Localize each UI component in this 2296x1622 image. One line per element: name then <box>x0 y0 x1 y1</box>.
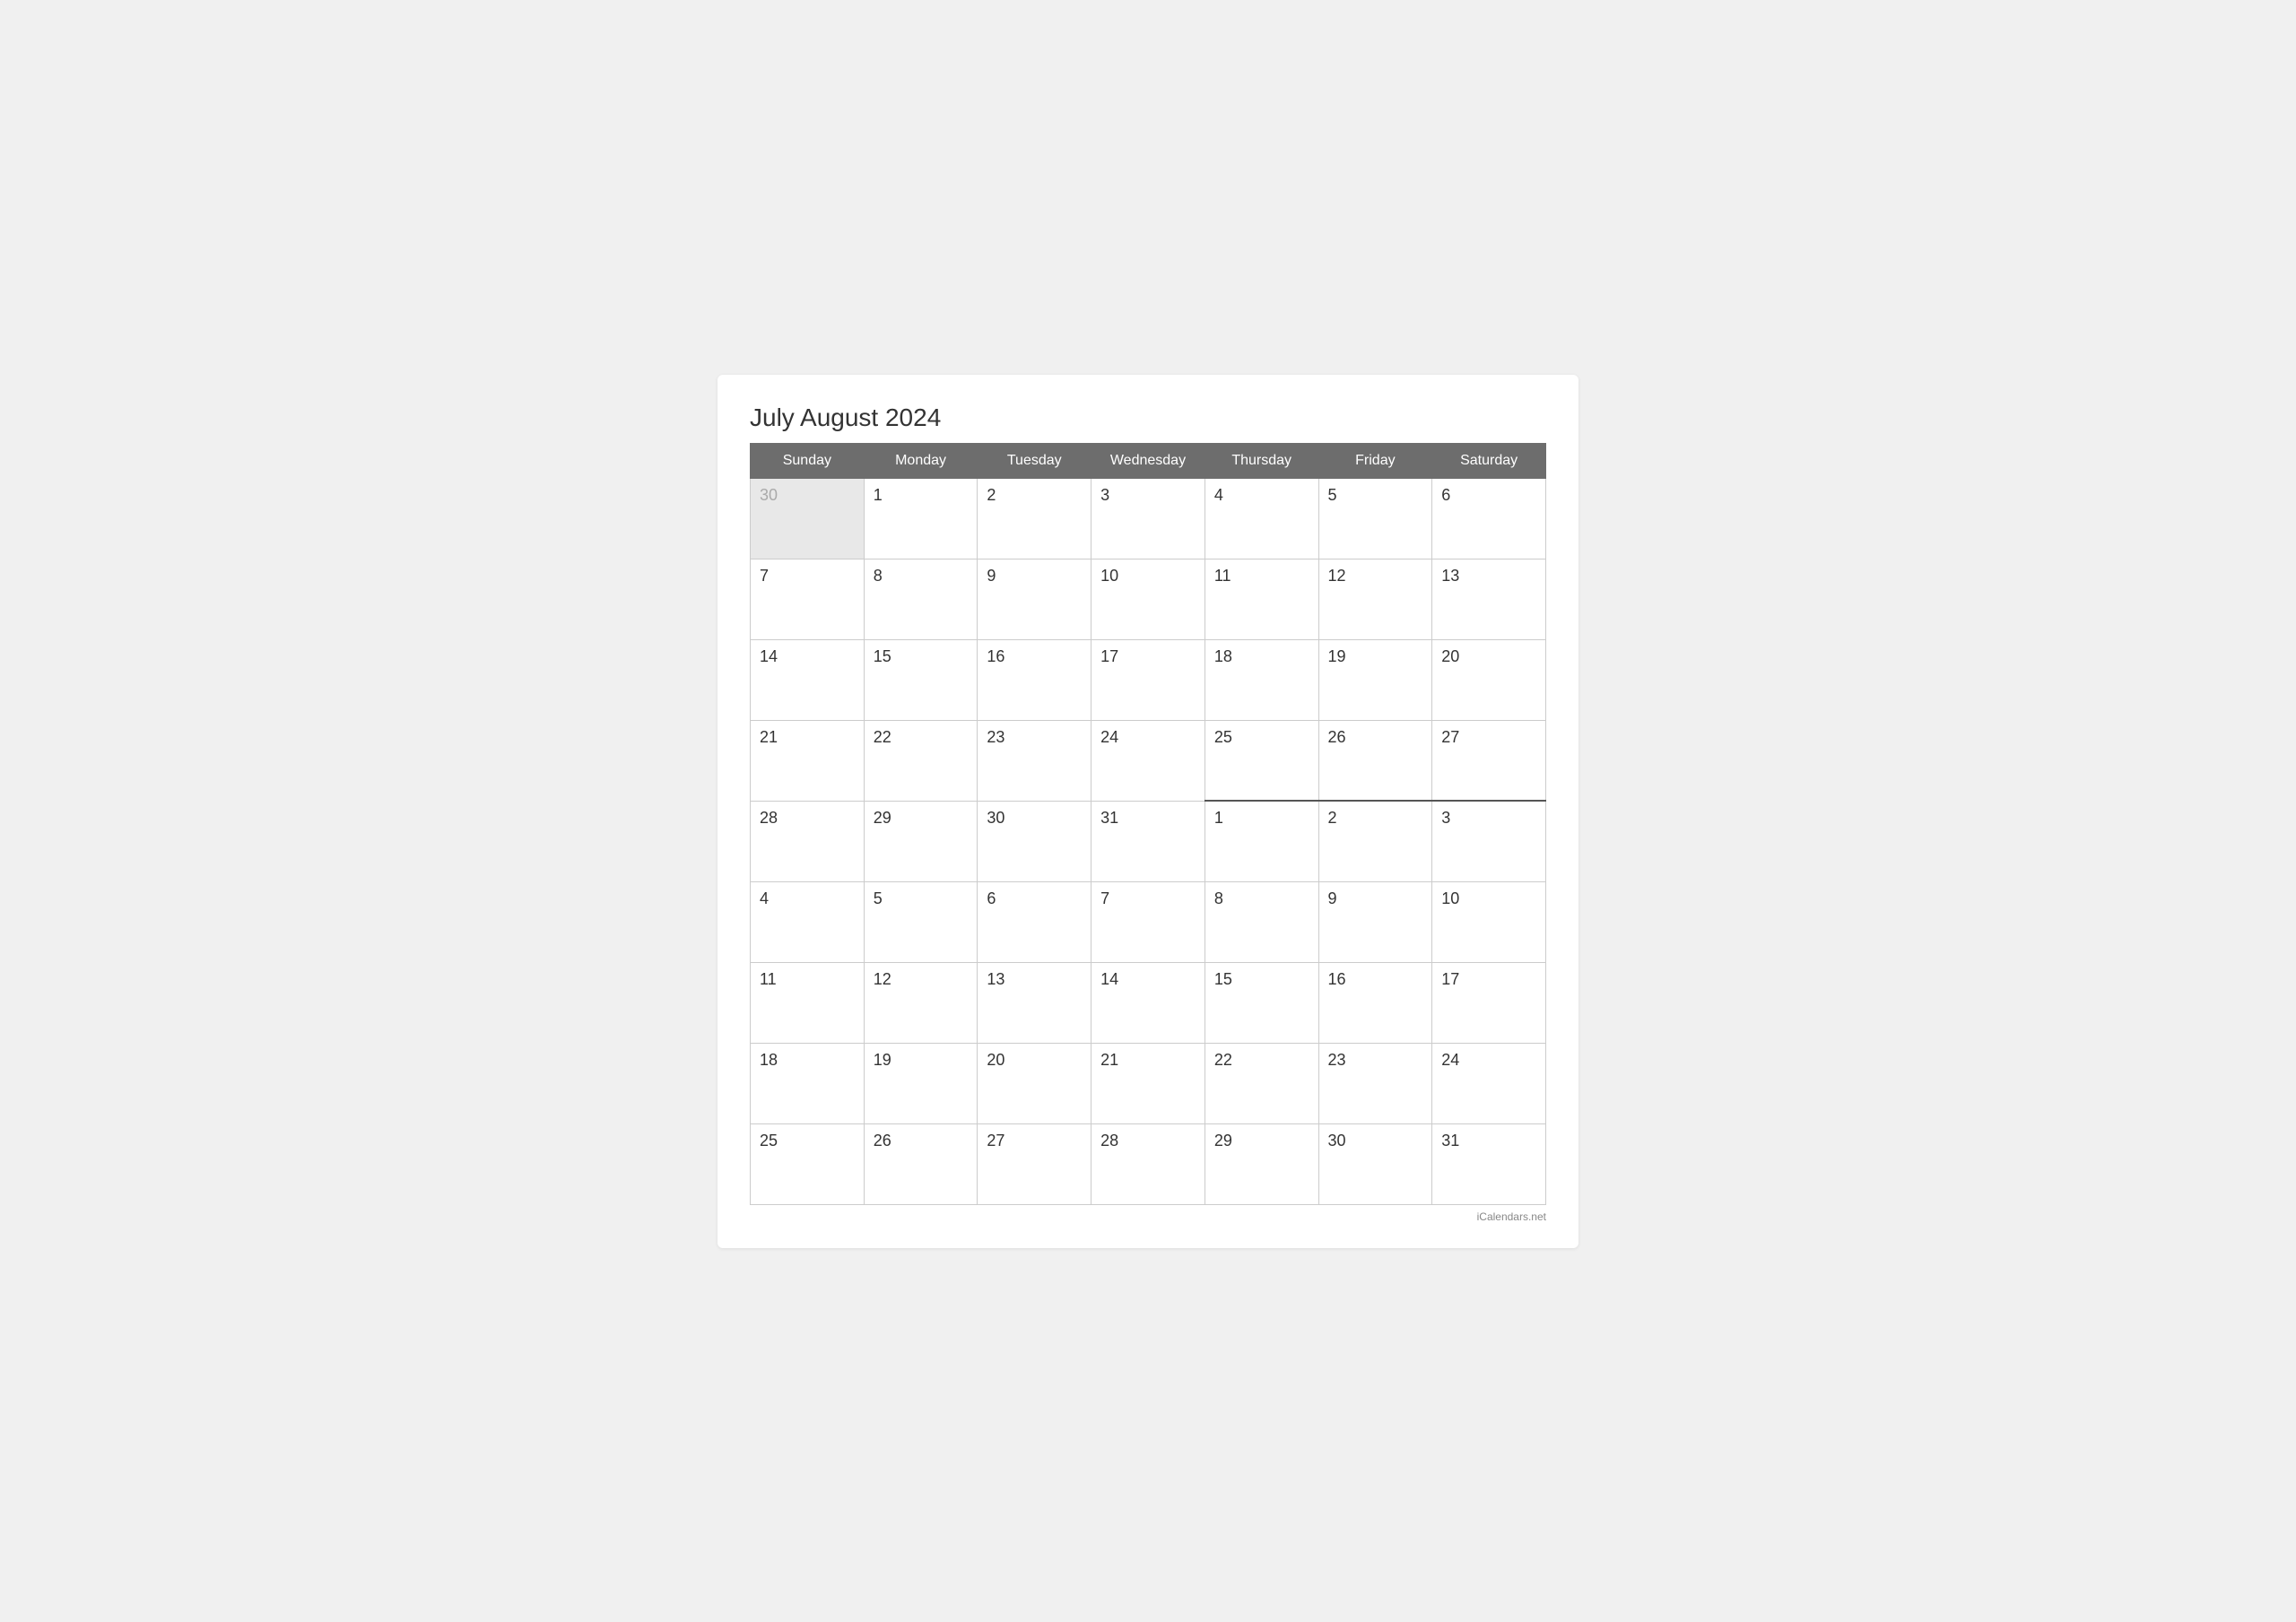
calendar-day[interactable]: 6 <box>978 881 1091 962</box>
calendar-day[interactable]: 31 <box>1091 801 1205 881</box>
calendar-day[interactable]: 22 <box>1205 1043 1318 1123</box>
calendar-day[interactable]: 20 <box>1432 639 1546 720</box>
calendar-day[interactable]: 25 <box>1205 720 1318 801</box>
calendar-day[interactable]: 30 <box>1318 1123 1432 1204</box>
calendar-day[interactable]: 8 <box>1205 881 1318 962</box>
calendar-day[interactable]: 7 <box>1091 881 1205 962</box>
calendar-day[interactable]: 5 <box>1318 478 1432 559</box>
calendar-day[interactable]: 11 <box>1205 559 1318 639</box>
calendar-day[interactable]: 19 <box>864 1043 978 1123</box>
calendar-day[interactable]: 18 <box>1205 639 1318 720</box>
calendar-table: SundayMondayTuesdayWednesdayThursdayFrid… <box>750 443 1546 1205</box>
calendar-day[interactable]: 4 <box>751 881 865 962</box>
calendar-day[interactable]: 3 <box>1091 478 1205 559</box>
calendar-row: 28293031123 <box>751 801 1546 881</box>
calendar-day[interactable]: 22 <box>864 720 978 801</box>
calendar-row: 21222324252627 <box>751 720 1546 801</box>
header-cell-wednesday: Wednesday <box>1091 443 1205 478</box>
calendar-day[interactable]: 15 <box>1205 962 1318 1043</box>
calendar-day[interactable]: 25 <box>751 1123 865 1204</box>
calendar-day[interactable]: 2 <box>1318 801 1432 881</box>
calendar-day[interactable]: 27 <box>978 1123 1091 1204</box>
calendar-title: July August 2024 <box>750 403 1546 432</box>
calendar-day[interactable]: 13 <box>1432 559 1546 639</box>
calendar-day[interactable]: 27 <box>1432 720 1546 801</box>
calendar-row: 30123456 <box>751 478 1546 559</box>
calendar-day[interactable]: 8 <box>864 559 978 639</box>
calendar-day[interactable]: 24 <box>1432 1043 1546 1123</box>
calendar-row: 45678910 <box>751 881 1546 962</box>
calendar-row: 25262728293031 <box>751 1123 1546 1204</box>
calendar-day[interactable]: 6 <box>1432 478 1546 559</box>
header-cell-thursday: Thursday <box>1205 443 1318 478</box>
calendar-day[interactable]: 5 <box>864 881 978 962</box>
calendar-day[interactable]: 17 <box>1091 639 1205 720</box>
calendar-day[interactable]: 30 <box>978 801 1091 881</box>
calendar-day[interactable]: 14 <box>1091 962 1205 1043</box>
calendar-day[interactable]: 10 <box>1091 559 1205 639</box>
calendar-day[interactable]: 23 <box>978 720 1091 801</box>
calendar-day[interactable]: 7 <box>751 559 865 639</box>
header-cell-saturday: Saturday <box>1432 443 1546 478</box>
calendar-row: 18192021222324 <box>751 1043 1546 1123</box>
calendar-day[interactable]: 17 <box>1432 962 1546 1043</box>
calendar-day[interactable]: 9 <box>978 559 1091 639</box>
calendar-body: 3012345678910111213141516171819202122232… <box>751 478 1546 1204</box>
calendar-day[interactable]: 29 <box>1205 1123 1318 1204</box>
calendar-day[interactable]: 16 <box>978 639 1091 720</box>
calendar-day[interactable]: 1 <box>1205 801 1318 881</box>
calendar-day[interactable]: 21 <box>751 720 865 801</box>
calendar-day[interactable]: 13 <box>978 962 1091 1043</box>
calendar-day[interactable]: 11 <box>751 962 865 1043</box>
calendar-day[interactable]: 20 <box>978 1043 1091 1123</box>
calendar-header: SundayMondayTuesdayWednesdayThursdayFrid… <box>751 443 1546 478</box>
calendar-day[interactable]: 19 <box>1318 639 1432 720</box>
calendar-day[interactable]: 31 <box>1432 1123 1546 1204</box>
watermark: iCalendars.net <box>750 1210 1546 1223</box>
calendar-day[interactable]: 28 <box>1091 1123 1205 1204</box>
calendar-day[interactable]: 28 <box>751 801 865 881</box>
calendar-day[interactable]: 2 <box>978 478 1091 559</box>
calendar-day[interactable]: 24 <box>1091 720 1205 801</box>
calendar-row: 11121314151617 <box>751 962 1546 1043</box>
calendar-day[interactable]: 29 <box>864 801 978 881</box>
calendar-day[interactable]: 3 <box>1432 801 1546 881</box>
calendar-day[interactable]: 4 <box>1205 478 1318 559</box>
calendar-day[interactable]: 30 <box>751 478 865 559</box>
calendar-day[interactable]: 18 <box>751 1043 865 1123</box>
header-cell-sunday: Sunday <box>751 443 865 478</box>
calendar-day[interactable]: 12 <box>864 962 978 1043</box>
calendar-container: July August 2024 SundayMondayTuesdayWedn… <box>718 375 1578 1248</box>
calendar-day[interactable]: 1 <box>864 478 978 559</box>
header-cell-tuesday: Tuesday <box>978 443 1091 478</box>
calendar-day[interactable]: 10 <box>1432 881 1546 962</box>
calendar-day[interactable]: 9 <box>1318 881 1432 962</box>
calendar-day[interactable]: 26 <box>864 1123 978 1204</box>
calendar-day[interactable]: 21 <box>1091 1043 1205 1123</box>
header-row: SundayMondayTuesdayWednesdayThursdayFrid… <box>751 443 1546 478</box>
header-cell-monday: Monday <box>864 443 978 478</box>
calendar-day[interactable]: 26 <box>1318 720 1432 801</box>
calendar-day[interactable]: 23 <box>1318 1043 1432 1123</box>
calendar-day[interactable]: 14 <box>751 639 865 720</box>
calendar-day[interactable]: 16 <box>1318 962 1432 1043</box>
calendar-row: 78910111213 <box>751 559 1546 639</box>
header-cell-friday: Friday <box>1318 443 1432 478</box>
calendar-row: 14151617181920 <box>751 639 1546 720</box>
calendar-day[interactable]: 15 <box>864 639 978 720</box>
calendar-day[interactable]: 12 <box>1318 559 1432 639</box>
